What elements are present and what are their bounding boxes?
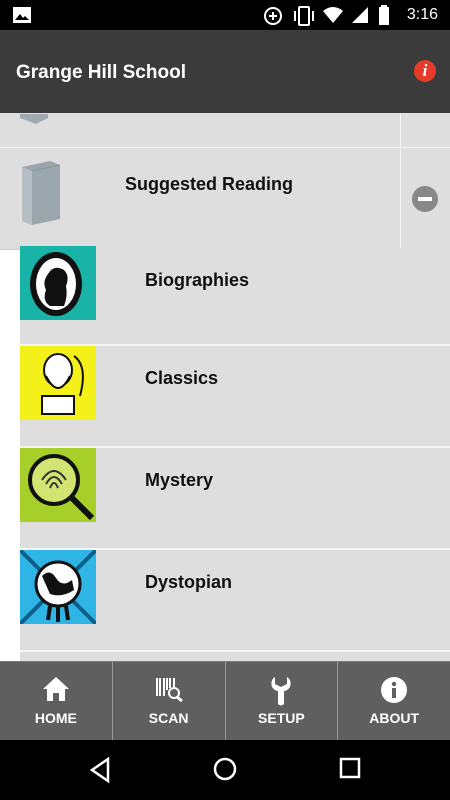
nav-home-button[interactable]: HOME (0, 661, 113, 740)
status-bar: 3:16 (0, 0, 450, 30)
image-icon (12, 5, 32, 30)
category-label: Mystery (145, 470, 214, 490)
row-divider (400, 148, 401, 249)
category-label: Classics (145, 368, 219, 388)
nav-about-button[interactable]: ABOUT (338, 661, 450, 740)
nav-label: SCAN (148, 710, 189, 726)
info-icon (380, 676, 408, 709)
nav-label: SETUP (258, 710, 305, 726)
back-icon[interactable] (88, 756, 112, 789)
status-time: 3:16 (406, 6, 438, 23)
cameo-silhouette-icon (20, 246, 96, 320)
recents-icon[interactable] (338, 756, 362, 785)
list-item-mystery[interactable]: Mystery (20, 448, 450, 550)
nav-label: HOME (34, 710, 77, 726)
system-nav-bar (0, 740, 450, 800)
list-item-classics[interactable]: Classics (20, 346, 450, 448)
category-label: Dystopian (145, 572, 233, 592)
signal-icon (350, 5, 370, 30)
section-label: Suggested Reading (125, 174, 294, 194)
list-item-partial[interactable] (0, 113, 450, 148)
wrench-icon (270, 676, 292, 711)
app-bar: Grange Hill School i (0, 30, 450, 113)
wifi-icon (322, 5, 344, 30)
book-icon (16, 159, 64, 230)
barcode-scan-icon (155, 676, 183, 707)
nav-setup-button[interactable]: SETUP (225, 661, 339, 740)
magnifier-fingerprint-icon (20, 448, 96, 522)
book-icon (18, 113, 58, 131)
home-icon (42, 676, 70, 707)
list-item-dystopian[interactable]: Dystopian (18, 548, 450, 652)
home-circle-icon[interactable] (212, 756, 238, 787)
category-list: Biographies Classics Mystery Dystopian (18, 246, 450, 661)
nav-label: ABOUT (369, 710, 420, 726)
broken-globe-icon (18, 548, 98, 626)
section-suggested-reading[interactable]: Suggested Reading (0, 147, 450, 250)
category-label: Biographies (145, 270, 250, 290)
nav-scan-button[interactable]: SCAN (112, 661, 226, 740)
bottom-nav: HOME SCAN SETUP ABOUT (0, 661, 450, 740)
list-item-biographies[interactable]: Biographies (20, 246, 450, 346)
content-list[interactable]: Suggested Reading Biographies Classics M… (0, 113, 450, 661)
info-button[interactable]: i (414, 60, 436, 82)
bust-statue-icon (20, 346, 96, 420)
row-divider (400, 113, 401, 147)
battery-icon (378, 5, 390, 32)
add-circle-icon (262, 5, 284, 32)
list-item-partial[interactable] (20, 652, 450, 661)
collapse-icon[interactable] (412, 186, 438, 212)
vibrate-icon (292, 5, 316, 32)
app-title: Grange Hill School (16, 62, 186, 83)
info-icon: i (422, 61, 428, 80)
